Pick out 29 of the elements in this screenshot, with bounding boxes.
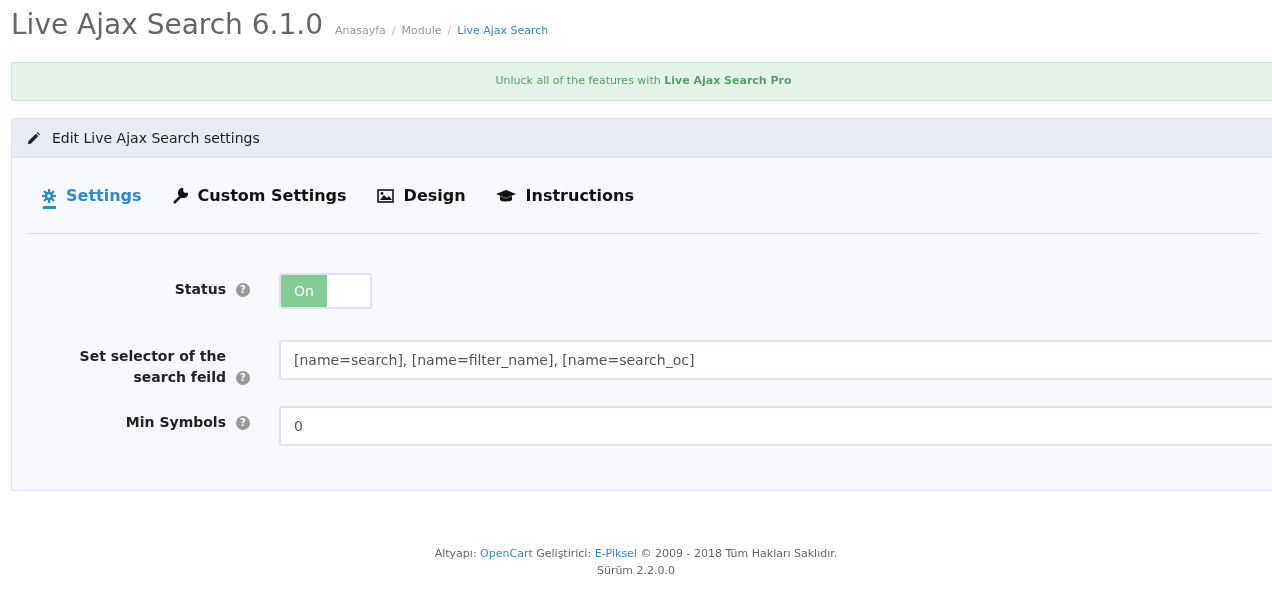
settings-tab[interactable]: Design <box>376 182 466 209</box>
help-icon: ? <box>236 371 250 385</box>
image-icon <box>376 188 394 203</box>
field-label: Min Symbols <box>125 413 226 432</box>
breadcrumb-link[interactable]: Live Ajax Search <box>457 23 549 40</box>
footer-link[interactable]: OpenCart <box>480 547 533 560</box>
breadcrumb-link[interactable]: Anasayfa <box>335 23 386 40</box>
text-input[interactable]: [name=search], [name=filter_name], [name=search_oc] <box>279 340 1272 380</box>
settings-tab[interactable]: Settings <box>42 182 142 209</box>
gear-icon <box>42 188 56 203</box>
graduation-cap-icon <box>495 188 516 203</box>
footer-copyright: Altyapı: OpenCart Geliştirici: E-Piksel © 2009 - 2018 Tüm Hakları Saklıdır. <box>434 546 838 562</box>
text-input[interactable]: 0 <box>279 406 1272 446</box>
footer-link[interactable]: E-Piksel <box>594 547 637 560</box>
breadcrumb-separator: / <box>447 23 452 39</box>
help-icon: ? <box>236 283 250 297</box>
breadcrumb-link[interactable]: Module <box>401 23 442 40</box>
panel-title: Edit Live Ajax Search settings <box>52 128 260 148</box>
breadcrumb-separator: / <box>391 23 396 39</box>
help-icon: ? <box>236 416 250 430</box>
field-label: Set selector of the search feild <box>78 347 226 387</box>
footer-version: Sürüm 2.2.0.0 <box>596 563 676 579</box>
wrench-icon <box>171 187 188 204</box>
settings-tab[interactable]: Instructions <box>495 182 634 209</box>
page-title: Live Ajax Search 6.1.0 <box>11 7 323 43</box>
alert-text: Unluck all of the features with Live Ajax Search Pro <box>495 73 792 90</box>
field-label: Status <box>174 280 226 299</box>
settings-tab[interactable]: Custom Settings <box>171 181 347 210</box>
pencil-icon <box>27 131 40 145</box>
